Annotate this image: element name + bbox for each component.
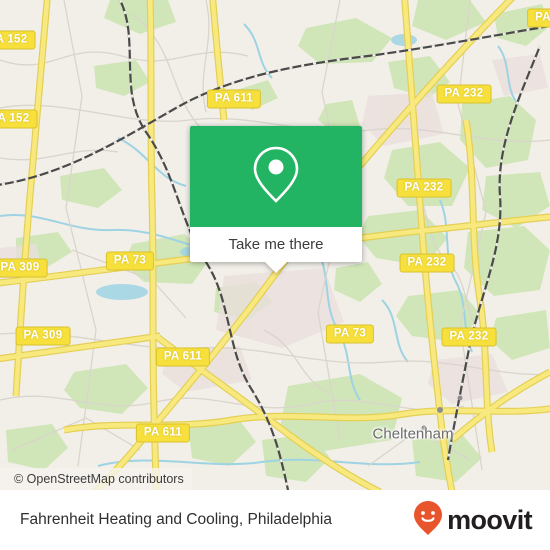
map-canvas[interactable]: PA 152 PA 152 PA 611 PA 232 PA 232 PA 23…	[0, 0, 550, 490]
location-popup-card[interactable]: Take me there	[190, 126, 362, 273]
moovit-logo[interactable]: moovit	[413, 500, 533, 541]
moovit-wordmark: moovit	[447, 504, 533, 535]
moovit-smiley-pin-icon	[413, 500, 443, 541]
map-attribution[interactable]: © OpenStreetMap contributors	[0, 468, 192, 490]
attribution-text: © OpenStreetMap contributors	[14, 472, 184, 486]
popup-header	[190, 126, 362, 227]
road-shield: PA 152	[0, 109, 38, 129]
popup-action-bar[interactable]: Take me there	[190, 227, 362, 273]
place-label-cheltenham: Cheltenham	[372, 425, 454, 443]
road-shield: PA 309	[0, 258, 48, 278]
location-pin-icon	[250, 143, 302, 210]
road-shield: PA 232	[441, 327, 497, 347]
place-title: Fahrenheit Heating and Cooling, Philadel…	[20, 511, 332, 528]
footer-bar: Fahrenheit Heating and Cooling, Philadel…	[0, 490, 550, 550]
road-shield: PA 232	[399, 253, 455, 273]
road-shield: PA 611	[206, 89, 262, 109]
road-shield: PA 611	[135, 423, 191, 443]
road-shield: PA 152	[0, 30, 36, 50]
road-shield: PA	[527, 8, 550, 28]
road-shield: PA 309	[15, 326, 71, 346]
road-shield: PA 232	[396, 178, 452, 198]
popup-pointer	[265, 262, 287, 273]
take-me-there-label: Take me there	[228, 236, 324, 253]
road-shield: PA 73	[325, 324, 375, 344]
road-shield: PA 611	[155, 347, 211, 367]
road-shield: PA 73	[105, 251, 155, 271]
road-shield: PA 232	[436, 84, 492, 104]
moovit-map-screenshot: PA 152 PA 152 PA 611 PA 232 PA 232 PA 23…	[0, 0, 550, 550]
